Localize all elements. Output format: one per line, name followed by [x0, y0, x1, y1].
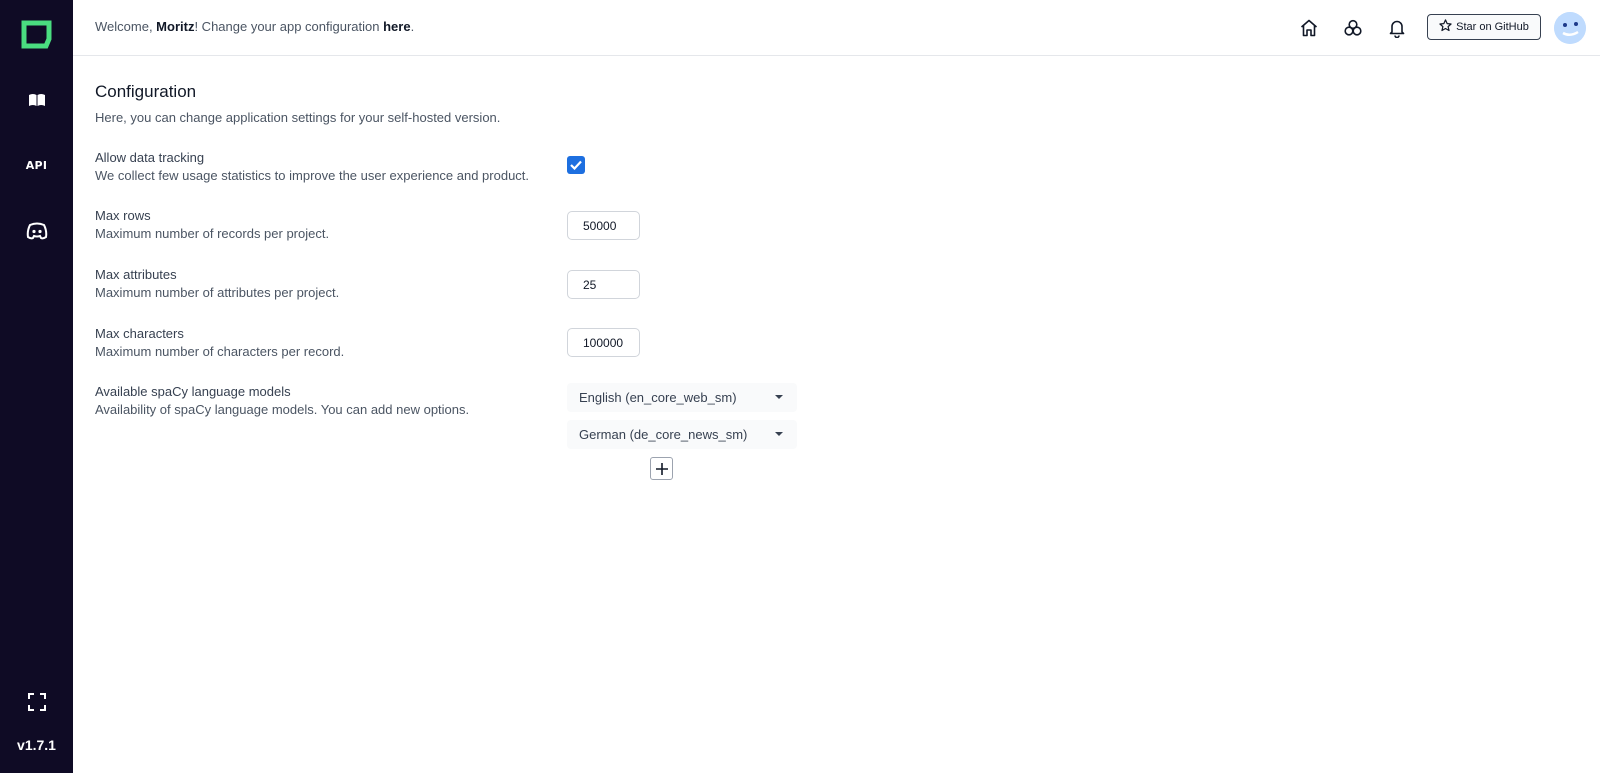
models-icon[interactable] — [1341, 16, 1365, 40]
max-attributes-label: Max attributes — [95, 267, 177, 282]
max-attributes-description: Maximum number of attributes per project… — [95, 285, 340, 300]
tracking-label: Allow data tracking — [95, 150, 205, 165]
max-characters-description: Maximum number of characters per record. — [95, 344, 345, 359]
max-rows-input[interactable] — [567, 211, 640, 240]
page-title: Configuration — [95, 82, 197, 101]
spacy-model-select-english[interactable]: English (en_core_web_sm) — [567, 383, 797, 412]
user-name: Moritz — [156, 19, 195, 34]
config-here-link[interactable]: here — [383, 19, 410, 34]
home-icon[interactable] — [1297, 16, 1321, 40]
select-value: English (en_core_web_sm) — [579, 390, 737, 405]
max-characters-input[interactable] — [567, 328, 640, 357]
discord-icon[interactable] — [0, 220, 73, 242]
docs-book-icon[interactable] — [0, 90, 73, 110]
user-avatar[interactable] — [1554, 12, 1586, 44]
caret-down-icon — [775, 395, 783, 399]
caret-down-icon — [775, 432, 783, 436]
version-label: v1.7.1 — [17, 737, 56, 753]
welcome-prefix: Welcome, — [95, 19, 157, 34]
max-characters-label: Max characters — [95, 326, 184, 341]
plus-icon — [655, 462, 668, 475]
tracking-description: We collect few usage statistics to impro… — [95, 168, 530, 183]
select-value: German (de_core_news_sm) — [579, 427, 748, 442]
fullscreen-icon[interactable] — [0, 691, 73, 713]
github-button-label: Star on GitHub — [1456, 21, 1529, 33]
max-rows-description: Maximum number of records per project. — [95, 226, 330, 241]
page-subtitle: Here, you can change application setting… — [95, 110, 501, 125]
max-attributes-input[interactable] — [567, 270, 640, 299]
api-link[interactable]: API — [0, 155, 73, 175]
welcome-suffix: . — [410, 19, 415, 34]
spacy-models-label: Available spaCy language models — [95, 384, 291, 399]
spacy-models-description: Availability of spaCy language models. Y… — [95, 402, 470, 417]
welcome-message: Welcome, Moritz! Change your app configu… — [95, 19, 414, 34]
welcome-middle: ! Change your app configuration — [194, 19, 384, 34]
checkmark-icon — [570, 160, 582, 170]
bell-icon[interactable] — [1385, 16, 1409, 40]
sidebar: API v1.7.1 — [0, 0, 73, 773]
app-logo[interactable] — [21, 20, 52, 49]
top-header: Welcome, Moritz! Change your app configu… — [73, 0, 1600, 56]
add-language-model-button[interactable] — [650, 457, 673, 480]
allow-tracking-checkbox[interactable] — [567, 156, 585, 174]
star-icon — [1439, 19, 1452, 35]
max-rows-label: Max rows — [95, 208, 151, 223]
spacy-model-select-german[interactable]: German (de_core_news_sm) — [567, 420, 797, 449]
star-on-github-button[interactable]: Star on GitHub — [1427, 14, 1541, 40]
